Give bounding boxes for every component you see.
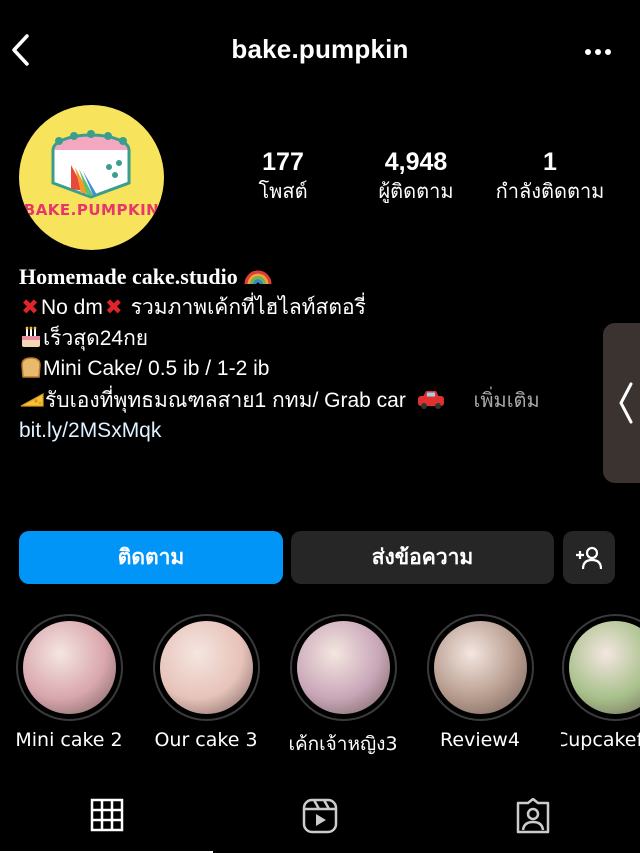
followers-count: 4,948 (384, 148, 448, 176)
side-drawer-handle[interactable] (603, 323, 640, 483)
rainbow-icon (244, 270, 272, 285)
highlight-label: Our cake 3 (154, 729, 258, 751)
chevron-left-icon (619, 382, 632, 424)
cross-mark-icon: ✖ (21, 295, 39, 319)
highlight-cover (433, 621, 527, 714)
bio-line-2-text: เร็วสุด24กย (43, 326, 149, 350)
profile-header: bake.pumpkin (0, 0, 640, 100)
followers-stat[interactable]: 4,948 ผู้ติดตาม (360, 148, 472, 206)
more-options-button[interactable] (582, 38, 614, 66)
posts-count: 177 (262, 148, 304, 176)
message-button-label: ส่งข้อความ (371, 545, 474, 569)
bio-line-4: รับเองที่พุทธมณฑลสาย1 กทม/ Grab car เพิ่… (19, 385, 599, 417)
cake-logo-illustration (51, 130, 131, 199)
add-user-button[interactable] (563, 531, 615, 584)
tagged-icon (516, 798, 549, 834)
following-stat[interactable]: 1 กำลังติดตาม (486, 148, 614, 206)
story-highlight[interactable]: เค้กเจ้าหญิง3 (287, 614, 399, 759)
tab-reels[interactable] (213, 790, 426, 853)
posts-label: โพสต์ (258, 179, 308, 203)
highlight-label: Review4 (440, 729, 520, 751)
posts-stat[interactable]: 177 โพสต์ (243, 148, 323, 206)
profile-bio: Homemade cake.studio ✖ No dm ✖ รวมภาพเค้กท… (19, 262, 599, 446)
followers-label: ผู้ติดตาม (378, 179, 454, 203)
story-highlight[interactable]: Our cake 3 (150, 614, 262, 751)
cross-mark-icon: ✖ (105, 295, 123, 319)
bio-line-3-text: Mini Cake/ 0.5 ib / 1-2 ib (43, 357, 270, 380)
bio-name: Homemade cake.studio (19, 264, 238, 289)
story-highlight[interactable]: Review4 (424, 614, 536, 751)
message-button[interactable]: ส่งข้อความ (291, 531, 554, 584)
highlight-cover (22, 621, 116, 714)
birthday-cake-icon (22, 326, 40, 347)
highlight-cover (159, 621, 253, 714)
story-highlight[interactable]: Cupcakef (561, 614, 640, 751)
bio-line-2: เร็วสุด24กย (19, 324, 599, 355)
bio-website-link[interactable]: bit.ly/2MSxMqk (19, 416, 599, 446)
story-highlight[interactable]: Mini cake 2 (13, 614, 125, 751)
highlight-label: เค้กเจ้าหญิง3 (288, 733, 398, 755)
grid-icon (90, 798, 123, 832)
following-count: 1 (543, 148, 557, 176)
highlight-label: Mini cake 2 (15, 729, 123, 751)
bio-line-3: Mini Cake/ 0.5 ib / 1-2 ib (19, 354, 599, 385)
profile-content-tabs (0, 790, 640, 853)
bio-line-1b: รวมภาพเค้กที่ไฮไลท์สตอรี่ (130, 296, 366, 319)
car-icon (417, 390, 444, 409)
reels-icon (302, 798, 337, 834)
highlight-label: Cupcakef (561, 729, 640, 751)
follow-button[interactable]: ติดตาม (19, 531, 283, 584)
tab-posts-grid[interactable] (0, 790, 213, 853)
add-user-icon (576, 546, 603, 569)
highlight-cover (569, 621, 640, 714)
following-label: กำลังติดตาม (495, 179, 605, 203)
bio-more-link[interactable]: เพิ่มเติม (474, 388, 540, 412)
avatar-logo-text: BAKE.PUMPKIN (23, 201, 160, 219)
bread-icon (21, 357, 41, 378)
tab-tagged[interactable] (426, 790, 639, 853)
bio-line-1: ✖ No dm ✖ รวมภาพเค้กที่ไฮไลท์สตอรี่ (19, 292, 599, 324)
bio-line-1a: No dm (41, 296, 103, 319)
cheese-icon (20, 392, 44, 407)
profile-avatar[interactable]: BAKE.PUMPKIN (19, 105, 164, 250)
bio-line-4-text: รับเองที่พุทธมณฑลสาย1 กทม/ Grab car (45, 388, 406, 412)
highlight-cover (296, 621, 390, 714)
more-horizontal-icon (585, 49, 611, 55)
profile-username: bake.pumpkin (231, 34, 409, 64)
follow-button-label: ติดตาม (117, 545, 185, 569)
